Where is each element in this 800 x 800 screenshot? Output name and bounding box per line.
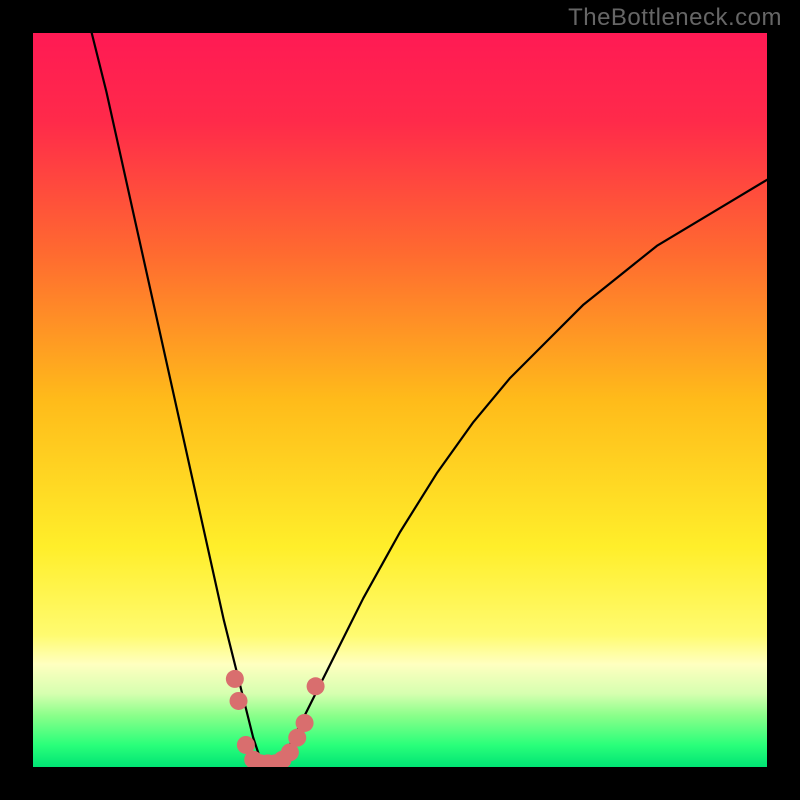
curve-marker-dot (307, 677, 325, 695)
curve-marker-dot (230, 692, 248, 710)
chart-svg (33, 33, 767, 767)
curve-marker-dot (226, 670, 244, 688)
chart-plot (33, 33, 767, 767)
watermark-text: TheBottleneck.com (568, 4, 782, 32)
gradient-background (33, 33, 767, 767)
curve-marker-dot (296, 714, 314, 732)
outer-frame: TheBottleneck.com (0, 0, 800, 800)
